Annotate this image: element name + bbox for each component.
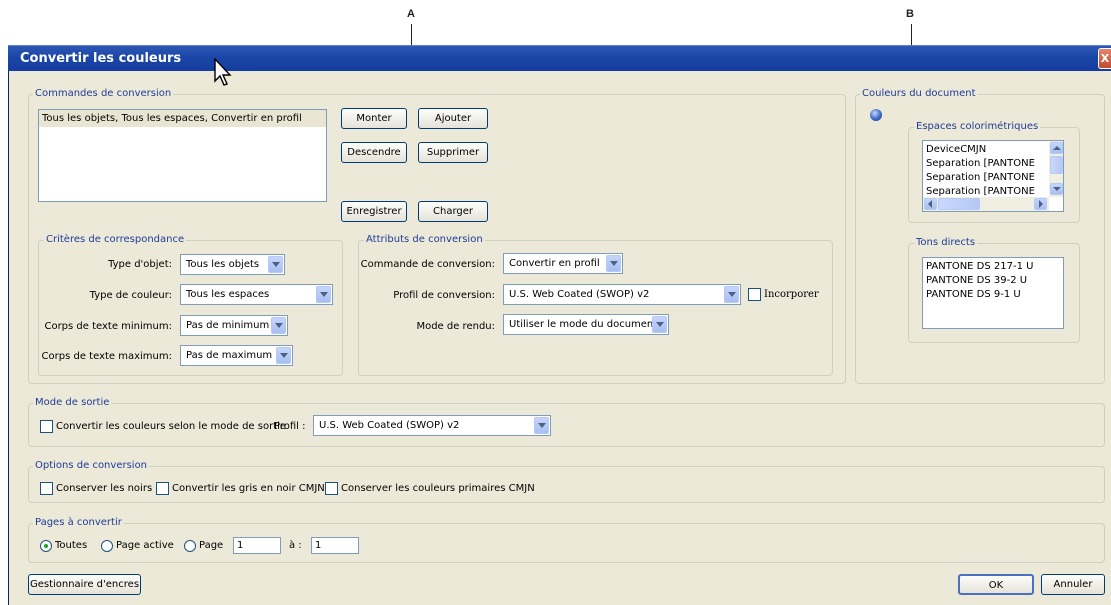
convert-output-checkbox[interactable] xyxy=(40,420,53,433)
keep-blacks-checkbox[interactable] xyxy=(40,482,53,495)
page-radio[interactable] xyxy=(184,540,196,552)
keep-primaries-checkbox[interactable] xyxy=(325,482,338,495)
color-spaces-legend: Espaces colorimétriques xyxy=(914,121,1041,133)
active-page-label: Page active xyxy=(116,540,174,551)
max-text-label: Corps de texte maximum: xyxy=(41,351,172,362)
add-button[interactable]: Ajouter xyxy=(418,108,488,129)
close-button[interactable]: X xyxy=(1098,48,1111,69)
chevron-down-icon[interactable] xyxy=(534,417,549,434)
max-text-value: Pas de maximum xyxy=(186,350,273,361)
spot-colors-listbox[interactable]: PANTONE DS 217-1 U PANTONE DS 39-2 U PAN… xyxy=(922,257,1064,329)
move-up-button[interactable]: Monter xyxy=(341,108,407,129)
grays-to-black-label: Convertir les gris en noir CMJN xyxy=(172,483,325,494)
conversion-options-legend: Options de conversion xyxy=(33,460,150,472)
chevron-down-icon[interactable] xyxy=(268,256,283,273)
page-to-label: à : xyxy=(289,540,302,551)
chevron-down-icon[interactable] xyxy=(606,255,621,272)
title-bar[interactable]: Convertir les couleurs xyxy=(8,45,1111,71)
page-to-input[interactable]: 1 xyxy=(311,537,359,554)
keep-primaries-label: Conserver les couleurs primaires CMJN xyxy=(341,483,535,494)
vertical-scrollbar[interactable] xyxy=(1049,141,1063,197)
embed-checkbox[interactable] xyxy=(748,288,761,301)
load-button[interactable]: Charger xyxy=(418,201,488,222)
commands-legend: Commandes de conversion xyxy=(33,88,174,100)
list-item[interactable]: Separation [PANTONE DS 2 xyxy=(923,157,1035,171)
scroll-thumb[interactable] xyxy=(1050,156,1063,174)
profile-value: U.S. Web Coated (SWOP) v2 xyxy=(509,289,650,300)
move-down-button[interactable]: Descendre xyxy=(341,142,407,163)
chevron-down-icon[interactable] xyxy=(724,286,739,303)
delete-button[interactable]: Supprimer xyxy=(418,142,488,163)
document-colors-legend: Couleurs du document xyxy=(860,88,978,100)
scroll-thumb[interactable] xyxy=(938,198,980,210)
all-pages-radio[interactable] xyxy=(40,540,52,552)
embed-label: Incorporer xyxy=(764,289,819,300)
list-item[interactable]: PANTONE DS 39-2 U xyxy=(923,274,1063,288)
output-profile-value: U.S. Web Coated (SWOP) v2 xyxy=(319,420,460,431)
chevron-down-icon[interactable] xyxy=(276,347,291,364)
command-select[interactable]: Convertir en profil xyxy=(503,253,623,274)
color-type-label: Type de couleur: xyxy=(89,290,172,301)
render-value: Utiliser le mode du document xyxy=(509,319,658,330)
color-type-value: Tous les espaces xyxy=(186,289,270,300)
render-label: Mode de rendu: xyxy=(416,321,495,332)
commands-listbox[interactable]: Tous les objets, Tous les espaces, Conve… xyxy=(38,109,327,202)
spot-colors-legend: Tons directs xyxy=(914,237,978,249)
max-text-select[interactable]: Pas de maximum xyxy=(180,345,293,366)
scroll-left-icon[interactable] xyxy=(924,198,937,210)
page-from-input[interactable]: 1 xyxy=(233,537,281,554)
object-type-label: Type d'objet: xyxy=(108,259,172,270)
grays-to-black-checkbox[interactable] xyxy=(156,482,169,495)
radio-selected-dot xyxy=(44,544,48,548)
cancel-button[interactable]: Annuler xyxy=(1041,574,1105,595)
list-item[interactable]: PANTONE DS 217-1 U xyxy=(923,260,1063,274)
chevron-down-icon[interactable] xyxy=(271,317,286,334)
document-colors-icon xyxy=(870,109,882,121)
scroll-up-icon[interactable] xyxy=(1050,142,1063,154)
scroll-right-icon[interactable] xyxy=(1034,198,1047,210)
callout-b-label: B xyxy=(906,8,914,20)
ink-manager-button[interactable]: Gestionnaire d'encres xyxy=(28,574,141,595)
render-select[interactable]: Utiliser le mode du document xyxy=(503,314,669,335)
command-value: Convertir en profil xyxy=(509,258,600,269)
output-profile-label: Profil : xyxy=(274,421,306,432)
list-item[interactable]: Separation [PANTONE DS 3 xyxy=(923,171,1035,185)
chevron-down-icon[interactable] xyxy=(652,316,667,333)
profile-select[interactable]: U.S. Web Coated (SWOP) v2 xyxy=(503,284,741,305)
list-item[interactable]: DeviceCMJN xyxy=(923,143,1035,157)
object-type-select[interactable]: Tous les objets xyxy=(180,254,285,275)
horizontal-scrollbar[interactable] xyxy=(923,197,1049,211)
save-button[interactable]: Enregistrer xyxy=(341,201,407,222)
color-type-select[interactable]: Tous les espaces xyxy=(180,284,333,305)
color-spaces-listbox[interactable]: DeviceCMJN Separation [PANTONE DS 2 Sepa… xyxy=(922,140,1064,212)
min-text-select[interactable]: Pas de minimum xyxy=(180,315,288,336)
output-mode-legend: Mode de sortie xyxy=(33,397,112,409)
output-profile-select[interactable]: U.S. Web Coated (SWOP) v2 xyxy=(313,415,551,436)
window-title: Convertir les couleurs xyxy=(20,51,182,66)
page-label: Page xyxy=(199,540,224,551)
active-page-radio[interactable] xyxy=(101,540,113,552)
list-item[interactable]: Tous les objets, Tous les espaces, Conve… xyxy=(39,110,326,127)
criteria-legend: Critères de correspondance xyxy=(44,234,187,246)
all-pages-label: Toutes xyxy=(55,540,88,551)
callout-a-label: A xyxy=(407,8,415,20)
pages-legend: Pages à convertir xyxy=(33,517,124,529)
keep-blacks-label: Conserver les noirs xyxy=(56,483,153,494)
chevron-down-icon[interactable] xyxy=(316,286,331,303)
min-text-label: Corps de texte minimum: xyxy=(44,321,172,332)
convert-output-label: Convertir les couleurs selon le mode de … xyxy=(56,421,287,432)
command-label: Commande de conversion: xyxy=(360,259,495,270)
mouse-cursor-icon xyxy=(214,58,232,86)
scroll-down-icon[interactable] xyxy=(1050,183,1063,195)
object-type-value: Tous les objets xyxy=(186,259,260,270)
profile-label: Profil de conversion: xyxy=(393,290,495,301)
attributes-legend: Attributs de conversion xyxy=(364,234,485,246)
list-item[interactable]: PANTONE DS 9-1 U xyxy=(923,288,1063,302)
min-text-value: Pas de minimum xyxy=(186,320,270,331)
ok-button[interactable]: OK xyxy=(958,574,1034,595)
